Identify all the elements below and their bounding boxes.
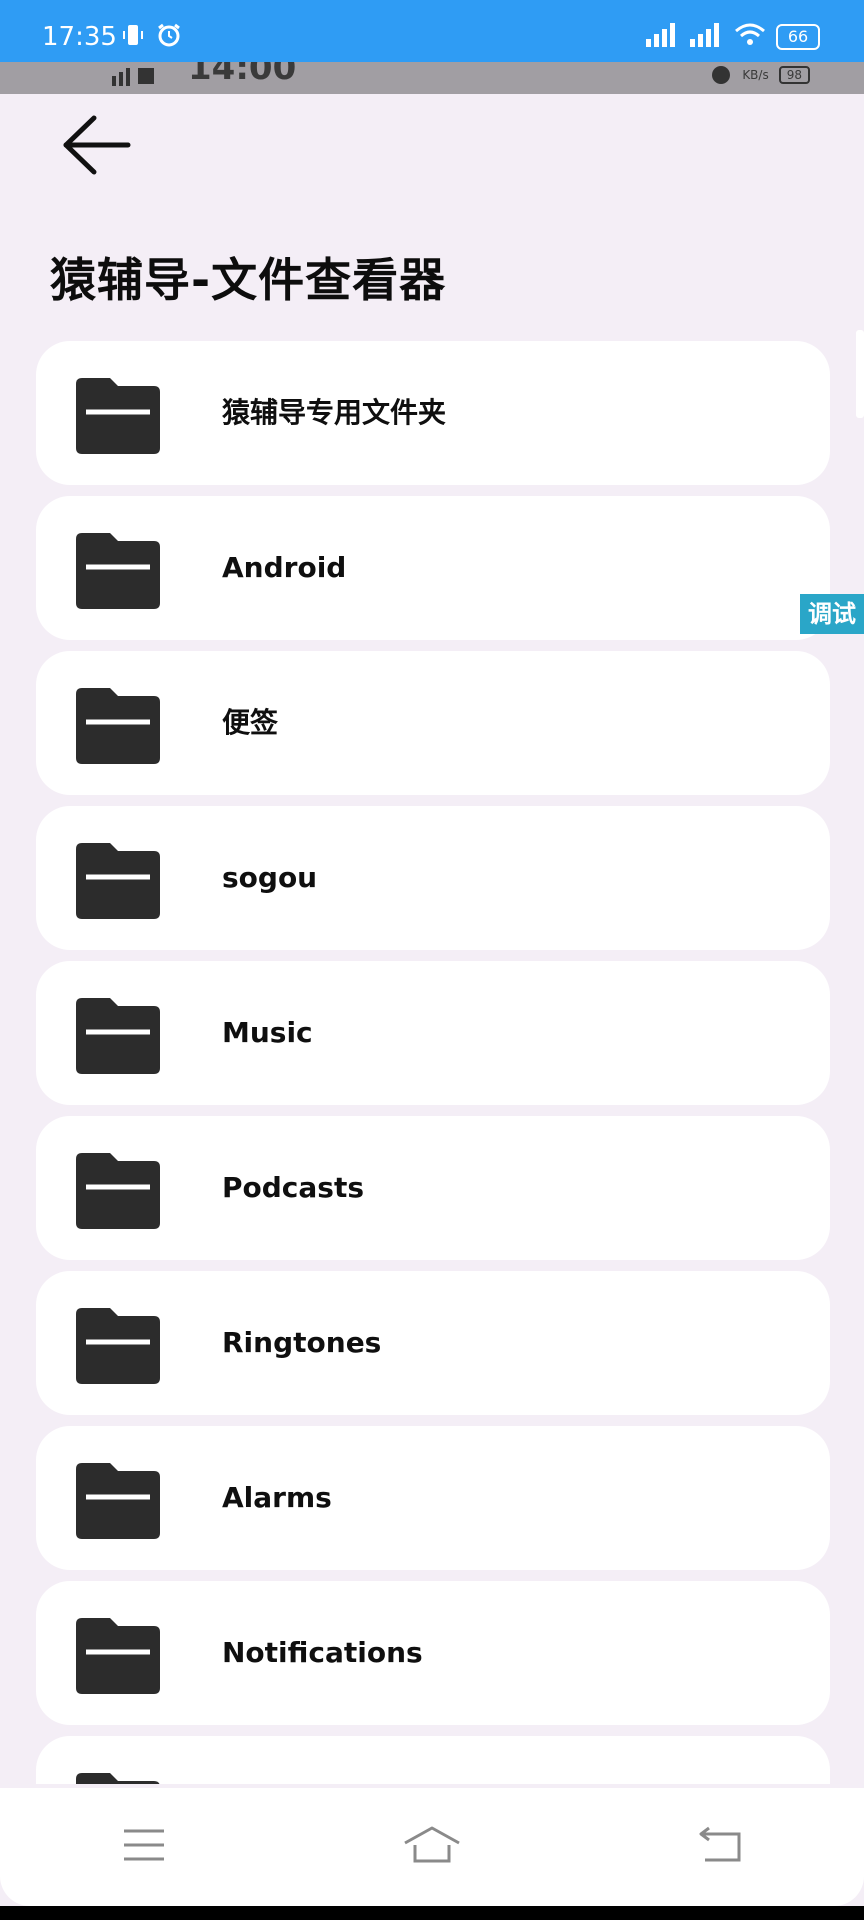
folder-name: 猿辅导专用文件夹	[222, 396, 447, 429]
folder-name: Alarms	[222, 1481, 332, 1514]
wifi-icon	[734, 22, 766, 52]
status-bar: 17:35 66	[0, 0, 864, 62]
folder-icon	[76, 529, 160, 609]
signal-icon-2	[690, 23, 724, 51]
overlay-speed-unit: KB/s	[742, 68, 769, 82]
folder-item[interactable]: Android	[36, 496, 830, 640]
menu-button[interactable]	[99, 1817, 189, 1877]
arrow-left-icon	[60, 114, 132, 180]
folder-item[interactable]: Notifications	[36, 1581, 830, 1725]
overlay-right-icons: KB/s 98	[710, 64, 810, 86]
folder-item[interactable]: 猿辅导专用文件夹	[36, 341, 830, 485]
folder-name: Podcasts	[222, 1171, 365, 1204]
overlay-status-bar: 14:00 KB/s 98	[0, 62, 864, 94]
folder-name: sogou	[222, 861, 318, 894]
debug-tab[interactable]: 调试	[800, 594, 864, 634]
back-nav-button[interactable]	[675, 1817, 765, 1877]
folder-icon	[76, 374, 160, 454]
folder-name: Android	[222, 551, 347, 584]
alarm-clock-icon	[156, 22, 182, 52]
folder-item[interactable]: Podcasts	[36, 1116, 830, 1260]
page-title: 猿辅导-文件查看器	[50, 253, 447, 307]
folder-name: Ringtones	[222, 1326, 382, 1359]
overlay-battery: 98	[778, 66, 810, 84]
signal-icon	[646, 23, 680, 51]
folder-item-partial[interactable]	[36, 1736, 830, 1784]
folder-item[interactable]: sogou	[36, 806, 830, 950]
home-icon	[403, 1825, 461, 1869]
system-nav-bar	[0, 1788, 864, 1906]
folder-icon	[76, 839, 160, 919]
menu-icon	[122, 1827, 166, 1867]
back-button[interactable]	[56, 112, 136, 182]
status-time: 17:35	[42, 22, 117, 52]
scroll-indicator[interactable]	[856, 330, 864, 418]
home-button[interactable]	[387, 1817, 477, 1877]
folder-icon	[76, 1769, 160, 1784]
folder-icon	[76, 994, 160, 1074]
status-right-icons: 66	[646, 22, 820, 52]
folder-item[interactable]: Music	[36, 961, 830, 1105]
battery-indicator: 66	[776, 24, 820, 50]
folder-item[interactable]: 便签	[36, 651, 830, 795]
folder-item[interactable]: Ringtones	[36, 1271, 830, 1415]
folder-icon	[76, 1459, 160, 1539]
folder-icon	[76, 1614, 160, 1694]
folder-name: Notifications	[222, 1636, 423, 1669]
phone-vibrate-icon	[120, 22, 146, 52]
folder-icon	[76, 684, 160, 764]
folder-item[interactable]: Alarms	[36, 1426, 830, 1570]
folder-list: 猿辅导专用文件夹 Android 便签 sogou Music Podcasts	[36, 341, 830, 1795]
folder-name: 便签	[222, 706, 279, 739]
folder-icon	[76, 1149, 160, 1229]
folder-name: Music	[222, 1016, 313, 1049]
overlay-signal-icons	[110, 64, 170, 86]
screen-bottom-edge	[0, 1906, 864, 1920]
status-left-icons	[120, 22, 182, 52]
overlay-time: 14:00	[188, 62, 297, 88]
back-return-icon	[697, 1826, 743, 1868]
folder-icon	[76, 1304, 160, 1384]
